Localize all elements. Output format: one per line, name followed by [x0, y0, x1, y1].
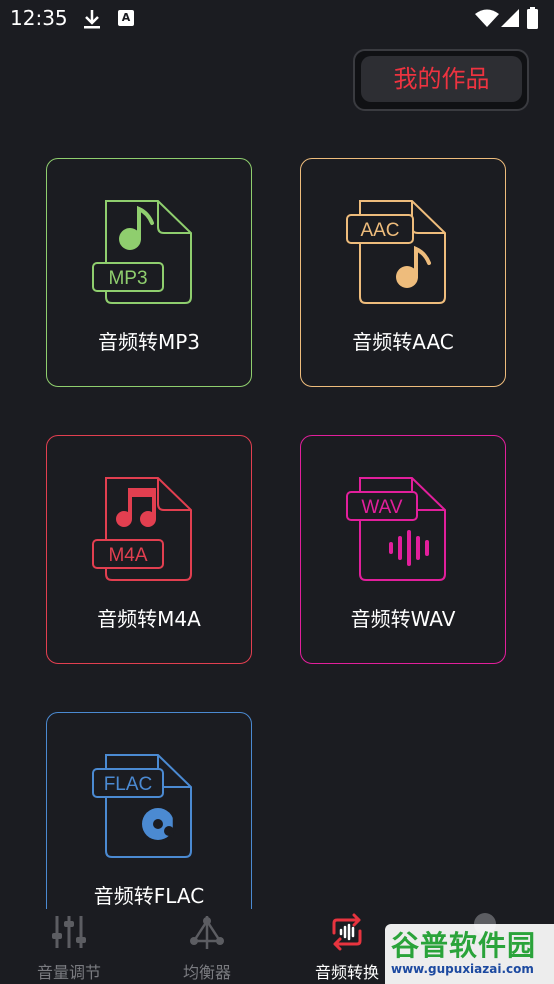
- wifi-icon: [475, 9, 499, 27]
- m4a-badge: M4A: [108, 545, 147, 566]
- status-bar: 12:35 A: [0, 0, 554, 38]
- convert-mp3-card[interactable]: MP3 音频转MP3: [46, 158, 252, 387]
- status-time: 12:35: [10, 6, 68, 30]
- convert-mp3-label: 音频转MP3: [97, 330, 201, 354]
- my-works-button[interactable]: 我的作品: [361, 56, 522, 102]
- nav-volume[interactable]: 音量调节: [19, 909, 119, 984]
- waveform-icon: [389, 530, 429, 566]
- nav-convert-label: 音频转换: [314, 963, 379, 982]
- signal-icon: [501, 9, 519, 27]
- convert-icon: [332, 913, 362, 951]
- convert-m4a-card[interactable]: M4A 音频转M4A: [46, 435, 252, 664]
- disc-note-icon: [142, 808, 176, 840]
- a-icon: A: [118, 10, 134, 26]
- music-note-icon: [396, 245, 431, 288]
- download-icon: [84, 10, 100, 29]
- sliders-icon: [52, 916, 86, 948]
- wav-badge: WAV: [361, 497, 402, 518]
- mp3-file-icon: MP3: [92, 200, 192, 304]
- convert-aac-label: 音频转AAC: [352, 330, 454, 354]
- nav-convert[interactable]: 音频转换: [297, 909, 397, 984]
- equalizer-nodes-icon: [190, 916, 224, 949]
- flac-file-icon: FLAC: [92, 754, 192, 858]
- aac-file-icon: AAC: [346, 200, 446, 304]
- watermark: 谷普软件园 www.gupuxiazai.com: [385, 924, 554, 984]
- m4a-file-icon: M4A: [92, 477, 192, 581]
- convert-flac-label: 音频转FLAC: [93, 884, 205, 908]
- convert-wav-card[interactable]: WAV 音频转WAV: [300, 435, 506, 664]
- double-note-icon: [116, 488, 156, 527]
- flac-badge: FLAC: [104, 774, 153, 795]
- my-works-frame: 我的作品: [353, 49, 529, 111]
- convert-aac-card[interactable]: AAC 音频转AAC: [300, 158, 506, 387]
- watermark-title: 谷普软件园: [391, 929, 537, 962]
- convert-m4a-label: 音频转M4A: [97, 607, 201, 631]
- convert-wav-label: 音频转WAV: [350, 607, 456, 631]
- nav-volume-label: 音量调节: [36, 963, 101, 982]
- mp3-badge: MP3: [108, 268, 147, 289]
- watermark-url: www.gupuxiazai.com: [391, 962, 534, 976]
- battery-icon: [527, 7, 538, 29]
- wav-file-icon: WAV: [346, 477, 446, 581]
- nav-equalizer[interactable]: 均衡器: [157, 909, 257, 984]
- aac-badge: AAC: [360, 220, 399, 241]
- music-note-icon: [119, 205, 154, 250]
- nav-equalizer-label: 均衡器: [182, 963, 231, 982]
